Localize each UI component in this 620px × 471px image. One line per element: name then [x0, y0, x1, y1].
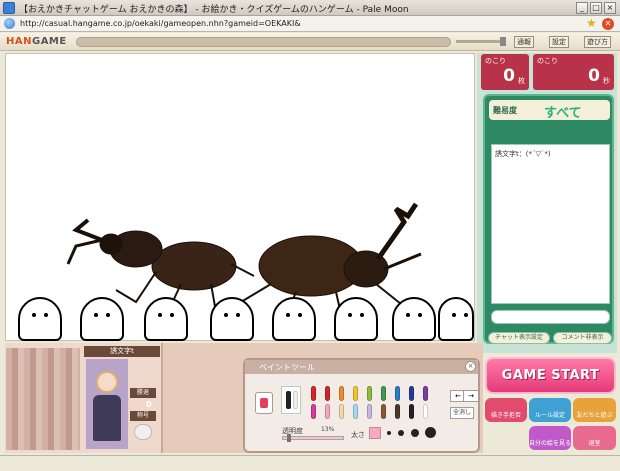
- browser-icon: [3, 2, 15, 14]
- color-pen[interactable]: [311, 386, 316, 401]
- thickness-size-5[interactable]: [425, 427, 436, 438]
- chat-panel: 難易度 すべて 誘文字t：(*´▽`*) チャット表示設定 コメント非表示: [483, 94, 614, 344]
- maximize-button[interactable]: □: [590, 2, 602, 14]
- window-title: 【おえかきチャットゲーム おえかきの森】 - お絵かき・クイズゲームのハンゲーム…: [19, 5, 409, 15]
- blurred-player-image: [6, 348, 80, 450]
- volume-slider-handle[interactable]: [500, 37, 506, 46]
- wins-label: 勝退: [130, 388, 156, 398]
- status-bar: [0, 455, 620, 471]
- address-bar: http://casual.hangame.co.jp/oekaki/gameo…: [0, 16, 620, 32]
- stop-icon[interactable]: ✕: [602, 18, 614, 30]
- transparency-slider-handle[interactable]: [287, 434, 291, 442]
- thickness-size-1[interactable]: [369, 427, 381, 439]
- mochi-character: [210, 297, 254, 341]
- bookmark-star-icon[interactable]: ★: [586, 17, 597, 30]
- hangame-bar: HANGAME 通報 設定 遊び方: [0, 33, 620, 51]
- remaining-cards-value: 0: [503, 66, 515, 86]
- mochi-character: [80, 297, 124, 341]
- url-field[interactable]: http://casual.hangame.co.jp/oekaki/gameo…: [20, 19, 301, 28]
- transparency-value: 13%: [321, 426, 335, 433]
- chat-message: 誘文字t：(*´▽`*): [495, 150, 551, 158]
- paint-tool-close-icon[interactable]: ×: [465, 361, 476, 372]
- remaining-time-box: のこり 0 秒: [533, 54, 614, 90]
- play-with-friends-button[interactable]: 友だちと遊ぶ: [573, 398, 616, 422]
- color-pen[interactable]: [325, 404, 330, 419]
- title-label: 称号: [130, 411, 156, 421]
- minimize-button[interactable]: _: [576, 2, 588, 14]
- color-pen[interactable]: [353, 386, 358, 401]
- difficulty-header: 難易度 すべて: [489, 100, 610, 121]
- clear-all-button[interactable]: 全消し: [450, 407, 474, 419]
- color-pen[interactable]: [381, 386, 386, 401]
- transparency-slider[interactable]: [282, 434, 344, 442]
- mochi-character: [18, 297, 62, 341]
- color-pen[interactable]: [325, 386, 330, 401]
- beetle-drawing-right: [240, 202, 422, 317]
- chat-display-settings-button[interactable]: チャット表示設定: [488, 332, 550, 344]
- mochi-character: [334, 297, 378, 341]
- transparency-label: 透明度: [282, 427, 303, 435]
- color-pen[interactable]: [367, 386, 372, 401]
- redo-button[interactable]: →: [463, 390, 479, 402]
- title-bar: 【おえかきチャットゲーム おえかきの森】 - お絵かき・クイズゲームのハンゲーム…: [0, 0, 620, 16]
- player-avatar[interactable]: [86, 359, 128, 449]
- mochi-character: [392, 297, 436, 341]
- paint-tool-panel: ペイントツール × ← → 全消し 透明度 13% 太さ: [243, 358, 480, 453]
- paint-tool-header: ペイントツール ×: [245, 360, 478, 374]
- color-pen[interactable]: [423, 386, 428, 401]
- eraser-tool[interactable]: [255, 392, 273, 414]
- eraser-icon: [260, 398, 268, 408]
- avatar-face: [96, 371, 118, 393]
- difficulty-value: すべて: [544, 106, 582, 121]
- refuse-drawing-button[interactable]: 描き手拒否: [485, 398, 527, 422]
- report-button[interactable]: 通報: [514, 36, 534, 48]
- mochi-character: [438, 297, 474, 341]
- color-pen[interactable]: [395, 386, 400, 401]
- game-start-button[interactable]: GAME START: [485, 357, 616, 394]
- mochi-character: [144, 297, 188, 341]
- remaining-time-value: 0: [588, 66, 600, 86]
- color-pen[interactable]: [409, 386, 414, 401]
- close-button[interactable]: ×: [604, 2, 616, 14]
- howto-button[interactable]: 遊び方: [584, 36, 611, 48]
- browser-window: 【おえかきチャットゲーム おえかきの森】 - お絵かき・クイズゲームのハンゲーム…: [0, 0, 620, 471]
- thickness-size-3[interactable]: [398, 430, 404, 436]
- rule-settings-button[interactable]: ルール設定: [529, 398, 571, 422]
- color-pen[interactable]: [423, 404, 428, 419]
- volume-slider[interactable]: [456, 37, 506, 46]
- color-pen[interactable]: [409, 404, 414, 419]
- rabbit-icon: [134, 424, 152, 440]
- color-pen[interactable]: [311, 404, 316, 419]
- remaining-cards-box: のこり 0 枚: [481, 54, 529, 90]
- mochi-character: [272, 297, 316, 341]
- player-name: 誘文字t: [84, 346, 160, 357]
- thickness-size-4[interactable]: [411, 429, 419, 437]
- difficulty-label: 難易度: [493, 106, 517, 115]
- leave-room-button[interactable]: 退室: [573, 426, 616, 450]
- color-pen[interactable]: [353, 404, 358, 419]
- site-icon: [4, 18, 15, 29]
- thickness-size-2[interactable]: [387, 431, 391, 435]
- thickness-label: 太さ: [351, 431, 365, 439]
- hangame-logo: HANGAME: [6, 36, 67, 47]
- color-pen[interactable]: [395, 404, 400, 419]
- wins-value: 0: [146, 400, 152, 409]
- color-pen[interactable]: [339, 404, 344, 419]
- color-pen[interactable]: [381, 404, 386, 419]
- color-pen[interactable]: [367, 404, 372, 419]
- color-pen[interactable]: [339, 386, 344, 401]
- chat-input[interactable]: [491, 310, 610, 324]
- current-color-swatch: [281, 386, 301, 414]
- news-ticker: [76, 37, 451, 47]
- settings-button[interactable]: 設定: [549, 36, 569, 48]
- view-my-drawings-button[interactable]: 自分の絵を見る: [529, 426, 571, 450]
- chat-log[interactable]: 誘文字t：(*´▽`*): [491, 144, 610, 304]
- paint-tool-title: ペイントツール: [259, 363, 315, 372]
- avatar-body: [93, 395, 121, 441]
- hide-comments-button[interactable]: コメント非表示: [553, 332, 612, 344]
